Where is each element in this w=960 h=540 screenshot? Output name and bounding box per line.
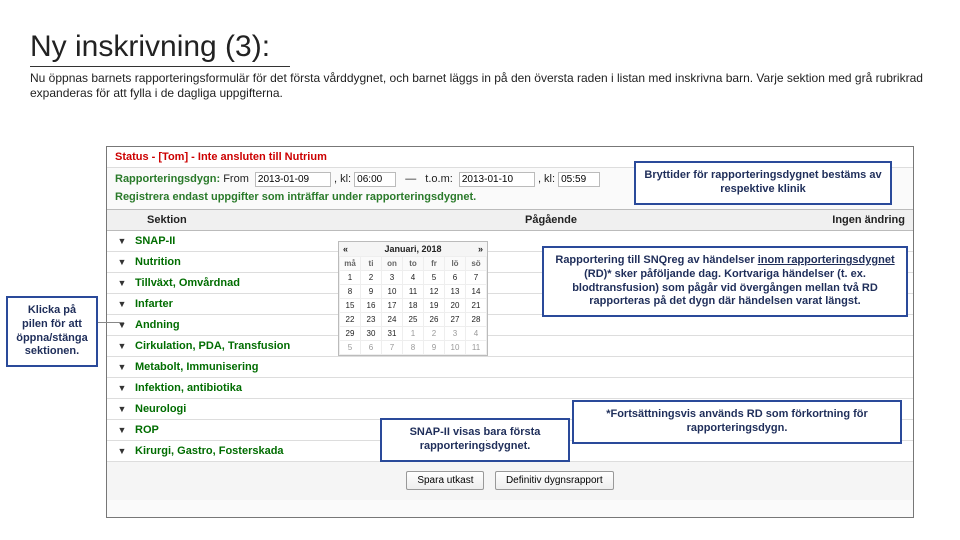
calendar-day[interactable]: 14 xyxy=(466,285,487,299)
intro-text: Nu öppnas barnets rapporteringsformulär … xyxy=(30,71,930,101)
calendar-day[interactable]: 7 xyxy=(466,271,487,285)
calendar-day[interactable]: 30 xyxy=(361,327,382,341)
calendar-day[interactable]: 27 xyxy=(445,313,466,327)
cal-prev-icon[interactable]: « xyxy=(343,244,348,254)
calendar-day[interactable]: 7 xyxy=(382,341,403,355)
calendar-day[interactable]: 2 xyxy=(424,327,445,341)
calendar-day[interactable]: 10 xyxy=(382,285,403,299)
calendar-day[interactable]: 3 xyxy=(445,327,466,341)
calendar-day[interactable]: 4 xyxy=(403,271,424,285)
footer-button-row: Spara utkast Definitiv dygnsrapport xyxy=(107,462,913,500)
section-row[interactable]: ▼Andning xyxy=(107,315,913,336)
cal-title: Januari, 2018 xyxy=(384,244,441,254)
chevron-down-icon[interactable]: ▼ xyxy=(107,253,131,271)
calendar-day[interactable]: 1 xyxy=(340,271,361,285)
calendar-day[interactable]: 5 xyxy=(424,271,445,285)
calendar-day[interactable]: 26 xyxy=(424,313,445,327)
calendar-day[interactable]: 1 xyxy=(403,327,424,341)
title-underline xyxy=(30,66,290,67)
calendar-day[interactable]: 19 xyxy=(424,299,445,313)
section-label: Infarter xyxy=(131,294,177,314)
calendar-day[interactable]: 18 xyxy=(403,299,424,313)
save-draft-button[interactable]: Spara utkast xyxy=(406,471,484,490)
calendar-day[interactable]: 25 xyxy=(403,313,424,327)
calendar-day[interactable]: 28 xyxy=(466,313,487,327)
section-label: Cirkulation, PDA, Transfusion xyxy=(131,336,294,356)
calendar-popup[interactable]: « Januari, 2018 » måtiontofrlösö12345678… xyxy=(338,241,488,356)
to-date-input[interactable] xyxy=(459,172,535,187)
section-row[interactable]: ▼Metabolt, Immunisering xyxy=(107,357,913,378)
calendar-day[interactable]: 5 xyxy=(340,341,361,355)
calendar-day[interactable]: 15 xyxy=(340,299,361,313)
calendar-day[interactable]: 3 xyxy=(382,271,403,285)
section-label: SNAP-II xyxy=(131,231,179,251)
page-title: Ny inskrivning (3): xyxy=(30,30,930,64)
callout-snap: SNAP-II visas bara första rapporteringsd… xyxy=(380,418,570,462)
section-row[interactable]: ▼Infektion, antibiotika xyxy=(107,378,913,399)
calendar-day[interactable]: 13 xyxy=(445,285,466,299)
callout-rd-footnote: *Fortsättningsvis används RD som förkort… xyxy=(572,400,902,444)
calendar-day[interactable]: 8 xyxy=(340,285,361,299)
chevron-down-icon[interactable]: ▼ xyxy=(107,337,131,355)
section-label: Nutrition xyxy=(131,252,185,272)
section-label: Kirurgi, Gastro, Fosterskada xyxy=(131,441,288,461)
calendar-day[interactable]: 10 xyxy=(445,341,466,355)
calendar-day[interactable]: 16 xyxy=(361,299,382,313)
section-label: Neurologi xyxy=(131,399,190,419)
to-time-input[interactable] xyxy=(558,172,600,187)
section-label: ROP xyxy=(131,420,163,440)
from-date-input[interactable] xyxy=(255,172,331,187)
calendar-day[interactable]: 24 xyxy=(382,313,403,327)
chevron-down-icon[interactable]: ▼ xyxy=(107,232,131,250)
section-row[interactable]: ▼Cirkulation, PDA, Transfusion xyxy=(107,336,913,357)
calendar-day[interactable]: 22 xyxy=(340,313,361,327)
calendar-day[interactable]: 29 xyxy=(340,327,361,341)
chevron-down-icon[interactable]: ▼ xyxy=(107,358,131,376)
chevron-down-icon[interactable]: ▼ xyxy=(107,421,131,439)
section-label: Metabolt, Immunisering xyxy=(131,357,262,377)
callout-rd-rules: Rapportering till SNQreg av händelser in… xyxy=(542,246,908,317)
pointer-line xyxy=(486,440,487,441)
calendar-day[interactable]: 6 xyxy=(361,341,382,355)
calendar-day[interactable]: 31 xyxy=(382,327,403,341)
calendar-day[interactable]: 4 xyxy=(466,327,487,341)
chevron-down-icon[interactable]: ▼ xyxy=(107,442,131,460)
callout-arrow-sections: Klicka på pilen för att öppna/stänga sek… xyxy=(6,296,98,367)
calendar-day[interactable]: 2 xyxy=(361,271,382,285)
calendar-day[interactable]: 11 xyxy=(466,341,487,355)
chevron-down-icon[interactable]: ▼ xyxy=(107,295,131,313)
callout-breaktimes: Bryttider för rapporteringsdygnet bestäm… xyxy=(634,161,892,205)
chevron-down-icon[interactable]: ▼ xyxy=(107,316,131,334)
calendar-day[interactable]: 9 xyxy=(424,341,445,355)
calendar-day[interactable]: 9 xyxy=(361,285,382,299)
final-report-button[interactable]: Definitiv dygnsrapport xyxy=(495,471,614,490)
from-time-input[interactable] xyxy=(354,172,396,187)
calendar-day[interactable]: 11 xyxy=(403,285,424,299)
calendar-day[interactable]: 21 xyxy=(466,299,487,313)
calendar-day[interactable]: 8 xyxy=(403,341,424,355)
section-label: Andning xyxy=(131,315,184,335)
calendar-day[interactable]: 12 xyxy=(424,285,445,299)
calendar-day[interactable]: 17 xyxy=(382,299,403,313)
chevron-down-icon[interactable]: ▼ xyxy=(107,379,131,397)
section-header-row: Sektion Pågående Ingen ändring xyxy=(107,209,913,231)
chevron-down-icon[interactable]: ▼ xyxy=(107,274,131,292)
section-label: Tillväxt, Omvårdnad xyxy=(131,273,244,293)
calendar-day[interactable]: 23 xyxy=(361,313,382,327)
calendar-day[interactable]: 20 xyxy=(445,299,466,313)
pointer-line xyxy=(98,322,124,323)
section-label: Infektion, antibiotika xyxy=(131,378,246,398)
cal-next-icon[interactable]: » xyxy=(478,244,483,254)
calendar-day[interactable]: 6 xyxy=(445,271,466,285)
chevron-down-icon[interactable]: ▼ xyxy=(107,400,131,418)
